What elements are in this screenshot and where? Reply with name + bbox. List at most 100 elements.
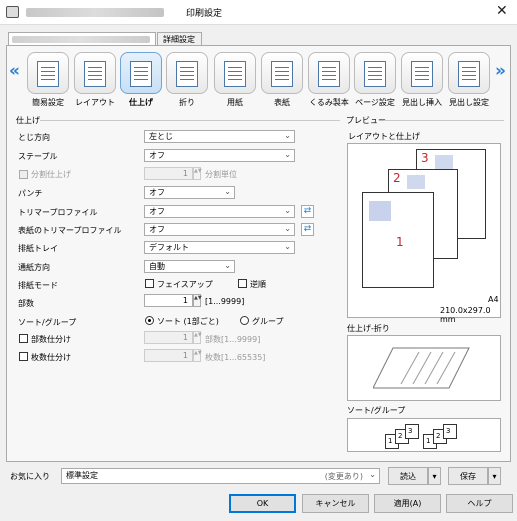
- group-option-label: グループ: [252, 317, 284, 326]
- favorites-label: お気に入り: [10, 472, 50, 481]
- apply-button[interactable]: 適用(A): [374, 494, 441, 513]
- staple-select[interactable]: オフ ⌄: [144, 149, 295, 162]
- flower-image-icon: [407, 175, 425, 189]
- load-button[interactable]: 読込: [388, 467, 428, 485]
- tray-select[interactable]: デフォルト ⌄: [144, 241, 295, 254]
- toolbar-item-finishing[interactable]: [120, 52, 162, 94]
- feed-direction-label: 通紙方向: [18, 263, 50, 272]
- sheet-split-checkbox[interactable]: [19, 352, 28, 361]
- chevron-down-icon: ⌄: [284, 224, 291, 233]
- staple-value: オフ: [149, 151, 165, 160]
- sort-option-label: ソート (1部ごと): [157, 317, 219, 326]
- cover-icon: [271, 61, 293, 87]
- section-divider: [384, 120, 504, 121]
- sheet-split-label: 枚数仕分け: [31, 353, 71, 362]
- page-setup-icon: [364, 61, 386, 87]
- sort-label: ソート/グループ: [18, 318, 77, 327]
- chevron-down-icon: ⌄: [284, 206, 291, 215]
- paper-size: A4: [488, 295, 499, 304]
- sheet-split-input[interactable]: 1: [144, 349, 193, 362]
- group-radio[interactable]: [240, 316, 249, 325]
- cancel-button[interactable]: キャンセル: [302, 494, 369, 513]
- favorites-select[interactable]: 標準設定 (変更あり) ⌄: [61, 468, 380, 484]
- trimmer-swap-icon[interactable]: ⇄: [301, 205, 314, 218]
- title-bar: 印刷設定 ✕: [0, 0, 517, 25]
- chevron-down-icon: ⌄: [284, 150, 291, 159]
- paper-dimensions: 210.0x297.0 mm: [440, 306, 491, 324]
- punch-value: オフ: [149, 188, 165, 197]
- cover-trimmer-label: 表紙のトリマープロファイル: [18, 226, 122, 235]
- help-button[interactable]: ヘルプ: [446, 494, 513, 513]
- reverse-order-checkbox[interactable]: [238, 279, 247, 288]
- tab-insert-icon: [411, 61, 433, 87]
- copies-stepper-icon[interactable]: ▲▼: [193, 294, 202, 307]
- load-dropdown-icon[interactable]: ▾: [428, 467, 441, 485]
- tab-printer-name[interactable]: [8, 32, 156, 46]
- scroll-right-icon[interactable]: »: [495, 61, 506, 81]
- paper-icon: [224, 61, 246, 87]
- copies-range: [1...9999]: [205, 297, 245, 306]
- split-label: 分割仕上げ: [31, 170, 71, 179]
- scroll-left-icon[interactable]: «: [9, 61, 20, 81]
- split-input[interactable]: 1: [144, 167, 193, 180]
- finishing-section-title: 仕上げ: [16, 116, 40, 125]
- split-checkbox[interactable]: [19, 170, 28, 179]
- feed-direction-select[interactable]: 自動 ⌄: [144, 260, 235, 273]
- toolbar-item-paper[interactable]: [214, 52, 256, 94]
- trimmer-select[interactable]: オフ ⌄: [144, 205, 295, 218]
- toolbar-item-perfect-binding[interactable]: [308, 52, 350, 94]
- binding-label: とじ方向: [18, 133, 50, 142]
- flower-image-icon: [369, 201, 391, 221]
- toolbar-item-basic[interactable]: [27, 52, 69, 94]
- chevron-down-icon: ⌄: [224, 187, 231, 196]
- trimmer-label: トリマープロファイル: [18, 208, 98, 217]
- layout-icon: [84, 61, 106, 87]
- tab-advanced-settings[interactable]: 詳細設定: [157, 32, 202, 46]
- faceup-checkbox[interactable]: [145, 279, 154, 288]
- toolbar-item-layout[interactable]: [74, 52, 116, 94]
- copy-split-hint: 部数[1...9999]: [205, 335, 261, 344]
- sort-caption: ソート/グループ: [347, 406, 406, 415]
- toolbar-item-tab-settings[interactable]: [448, 52, 490, 94]
- binding-select[interactable]: 左とじ ⌄: [144, 130, 295, 143]
- toolbar-item-cover[interactable]: [261, 52, 303, 94]
- copy-split-checkbox[interactable]: [19, 334, 28, 343]
- cover-trimmer-value: オフ: [149, 225, 165, 234]
- favorites-value: 標準設定: [66, 471, 98, 480]
- fold-icon: [176, 61, 198, 87]
- preview-page-1: 1: [362, 192, 434, 288]
- toolbar-item-tab-insert[interactable]: [401, 52, 443, 94]
- copies-input[interactable]: 1: [144, 294, 193, 307]
- chevron-down-icon: ⌄: [284, 242, 291, 251]
- chevron-down-icon: ⌄: [369, 470, 376, 479]
- fold-diagram-icon: [373, 347, 470, 389]
- copy-split-label: 部数仕分け: [31, 335, 71, 344]
- copy-split-input[interactable]: 1: [144, 331, 193, 344]
- trimmer-value: オフ: [149, 207, 165, 216]
- ok-button[interactable]: OK: [229, 494, 296, 513]
- window-title: 印刷設定: [186, 9, 223, 19]
- split-unit-label: 分割単位: [205, 170, 237, 179]
- toolbar-item-fold[interactable]: [166, 52, 208, 94]
- punch-select[interactable]: オフ ⌄: [144, 186, 235, 199]
- split-stepper-icon[interactable]: ▲▼: [193, 167, 202, 180]
- copy-split-stepper-icon[interactable]: ▲▼: [193, 331, 202, 344]
- preview-section-title: プレビュー: [346, 116, 386, 125]
- cover-trimmer-swap-icon[interactable]: ⇄: [301, 223, 314, 236]
- tab-name-redacted: [12, 36, 150, 43]
- close-icon[interactable]: ✕: [496, 3, 508, 19]
- sheet-split-stepper-icon[interactable]: ▲▼: [193, 349, 202, 362]
- cover-trimmer-select[interactable]: オフ ⌄: [144, 223, 295, 236]
- flower-image-icon: [435, 155, 453, 169]
- layout-caption: レイアウトと仕上げ: [348, 132, 420, 141]
- tray-label: 排紙トレイ: [18, 244, 58, 253]
- save-dropdown-icon[interactable]: ▾: [488, 467, 501, 485]
- sort-radio[interactable]: [145, 316, 154, 325]
- binding-value: 左とじ: [149, 132, 173, 141]
- chevron-down-icon: ⌄: [224, 261, 231, 270]
- toolbar-item-page-setup[interactable]: [354, 52, 396, 94]
- sort-page-3: 3: [443, 424, 457, 439]
- basic-settings-icon: [37, 61, 59, 87]
- save-button[interactable]: 保存: [448, 467, 488, 485]
- finishing-icon: [130, 61, 152, 87]
